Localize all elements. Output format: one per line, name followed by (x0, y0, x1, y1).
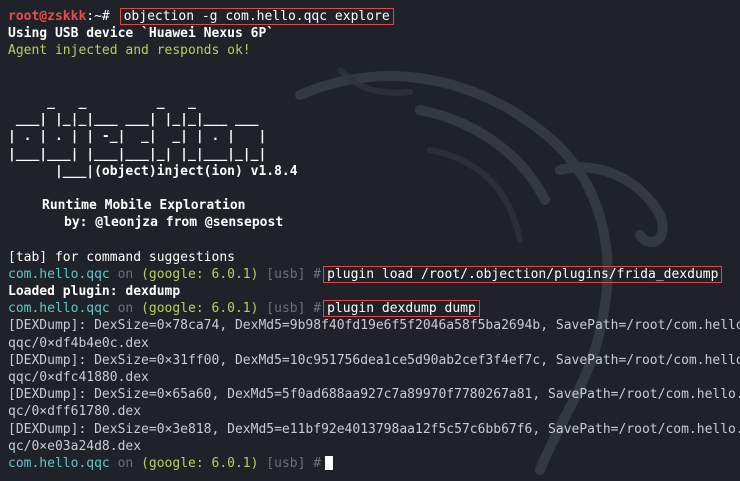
session-package: com.hello.qqc (8, 455, 110, 471)
text-cursor[interactable] (325, 456, 334, 471)
command-line-current[interactable]: com.hello.qqc on (google: 6.0.1) [usb] # (8, 455, 738, 472)
session-device: (google: 6.0.1) (141, 266, 259, 282)
command-line-1: root@zskkk:~# objection -g com.hello.qqc… (8, 8, 738, 25)
session-device: (google: 6.0.1) (141, 455, 259, 471)
author-credit-line: by: @leonjza from @sensepost (64, 215, 284, 231)
prompt-user: root@zskkk (8, 9, 87, 24)
dexdump-output-line: [DEXDump]: DexSize=0×31ff00, DexMd5=10c9… (8, 352, 740, 368)
dexdump-output-line: qc/0×e03a24d8.dex (8, 438, 142, 454)
command-line-3: com.hello.qqc on (google: 6.0.1) [usb] #… (8, 300, 738, 318)
session-on: on (117, 266, 134, 282)
dexdump-output-line: [DEXDump]: DexSize=0×3e818, DexMd5=e11bf… (8, 421, 740, 437)
highlighted-command-explore: objection -g com.hello.qqc explore (119, 8, 394, 25)
session-hash: # (313, 301, 322, 317)
objection-logo-line: _ _ _ _ (8, 94, 196, 110)
dexdump-output-line: qc/0×dff61780.dex (8, 404, 142, 420)
session-hash: # (313, 455, 322, 471)
loaded-plugin-line: Loaded plugin: dexdump (8, 284, 181, 299)
command-line-2: com.hello.qqc on (google: 6.0.1) [usb] #… (8, 265, 738, 283)
session-transport: [usb] (266, 455, 306, 471)
terminal-output[interactable]: root@zskkk:~# objection -g com.hello.qqc… (8, 8, 740, 472)
session-package: com.hello.qqc (8, 266, 110, 282)
highlighted-command-dexdump: plugin dexdump dump (323, 300, 480, 318)
tab-hint-line: [tab] for command suggestions (8, 249, 235, 265)
prompt-path: :~# (86, 9, 118, 24)
objection-logo-line: | . | . | | -_| _| _| | . | | (8, 129, 267, 145)
objection-logo-line: |___|___| |___|___|_| |_|___|_|_| (8, 146, 267, 162)
session-on: on (117, 301, 134, 317)
dexdump-output-line: qqc/0×df4b4e0c.dex (8, 335, 149, 351)
session-on: on (117, 455, 134, 471)
session-transport: [usb] (266, 301, 306, 317)
dexdump-output-line: qqc/0×dfc41880.dex (8, 369, 149, 385)
runtime-exploration-line: Runtime Mobile Exploration (42, 198, 246, 214)
session-package: com.hello.qqc (8, 301, 110, 317)
session-transport: [usb] (266, 266, 306, 282)
session-hash: # (313, 266, 322, 282)
highlighted-command-plugin-load: plugin load /root/.objection/plugins/fri… (323, 265, 723, 283)
usb-device-line: Using USB device `Huawei Nexus 6P` (8, 26, 275, 42)
dexdump-output-line: [DEXDump]: DexSize=0×78ca74, DexMd5=9b98… (8, 318, 740, 334)
dexdump-output-line: [DEXDump]: DexSize=0×65a60, DexMd5=5f0ad… (8, 387, 740, 403)
agent-injected-line: Agent injected and responds ok! (8, 43, 251, 59)
objection-logo-line: ___| |_|_|___ ___| |_|_|___ ___ (8, 112, 259, 128)
objection-version-line: |___|(object)inject(ion) v1.8.4 (8, 163, 298, 179)
session-device: (google: 6.0.1) (141, 301, 259, 317)
